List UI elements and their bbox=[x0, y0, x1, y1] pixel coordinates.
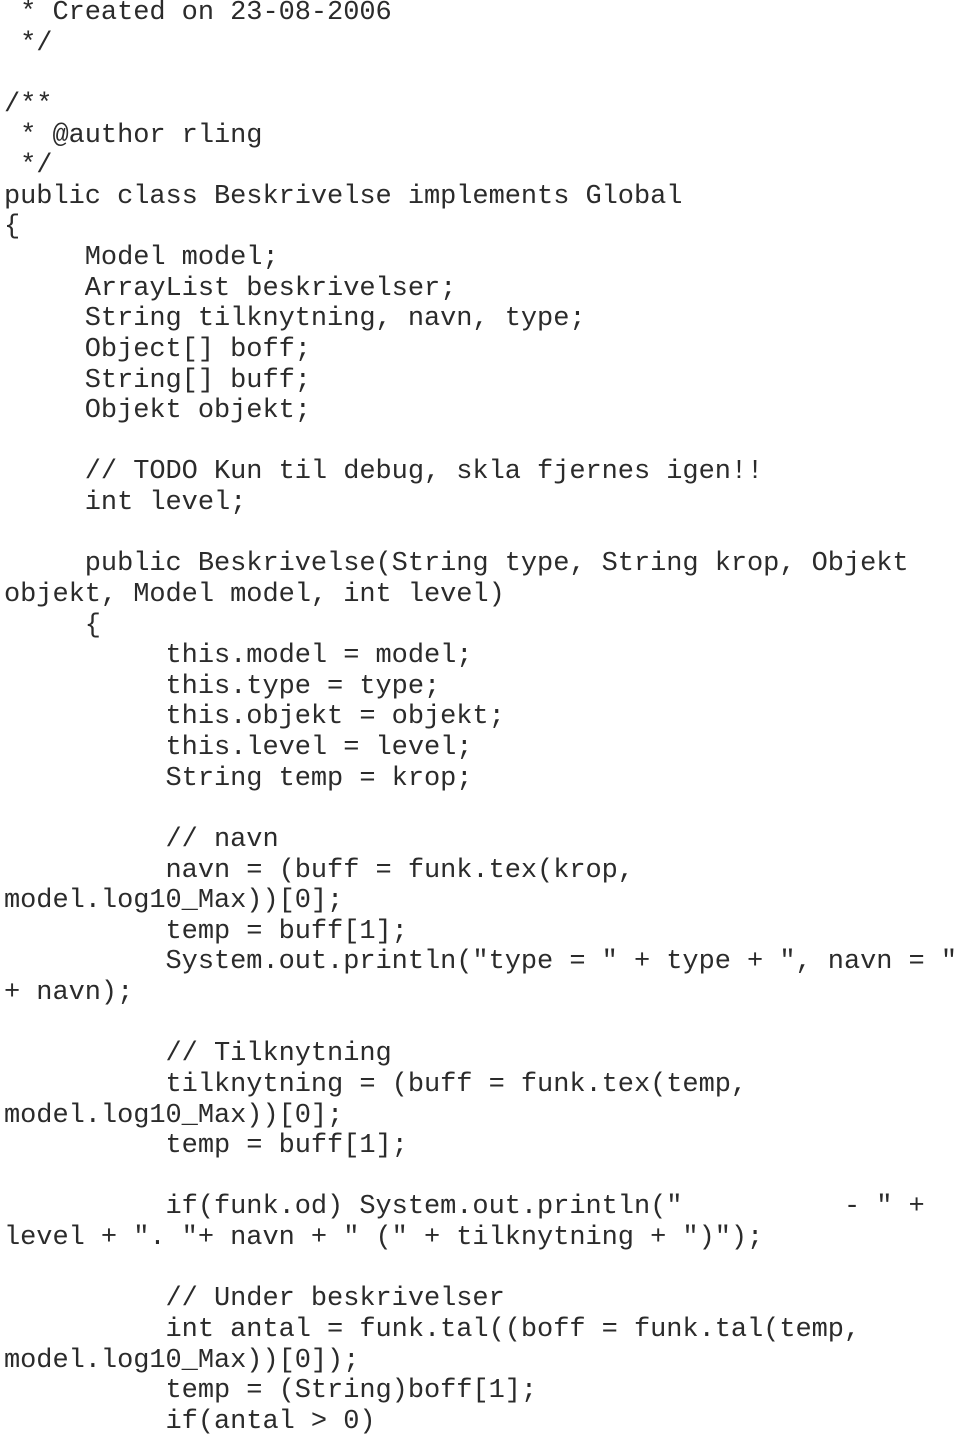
code-line: { bbox=[4, 610, 101, 641]
code-line: this.level = level; bbox=[4, 733, 473, 763]
code-line: + navn); bbox=[4, 978, 134, 1008]
code-line: String[] buff; bbox=[4, 365, 311, 396]
code-line: */ bbox=[4, 151, 53, 182]
code-line: int level; bbox=[4, 488, 247, 518]
code-line: { bbox=[4, 212, 21, 243]
code-line: String temp = krop; bbox=[4, 763, 473, 794]
code-line: // Tilknytning bbox=[4, 1039, 392, 1070]
code-line: tilknytning = (buff = funk.tex(temp, bbox=[4, 1069, 748, 1100]
code-listing: * Created on 23-08-2006 */ /** * @author… bbox=[4, 0, 957, 1437]
code-line: if(antal > 0) bbox=[4, 1406, 376, 1437]
code-line: ArrayList beskrivelser; bbox=[4, 273, 457, 304]
code-line: model.log10_Max))[0]; bbox=[4, 1100, 344, 1131]
code-line: objekt, Model model, int level) bbox=[4, 579, 505, 610]
code-line: * @author rling bbox=[4, 120, 263, 151]
code-line: System.out.println("type = " + type + ",… bbox=[4, 947, 958, 978]
code-line: // Under beskrivelser bbox=[4, 1284, 505, 1315]
code-line: temp = buff[1]; bbox=[4, 1131, 408, 1162]
code-line: * Created on 23-08-2006 bbox=[4, 0, 392, 28]
code-line: Model model; bbox=[4, 243, 279, 273]
code-line: public class Beskrivelse implements Glob… bbox=[4, 181, 683, 212]
code-line: String tilknytning, navn, type; bbox=[4, 304, 586, 335]
code-line: int antal = funk.tal((boff = funk.tal(te… bbox=[4, 1314, 861, 1345]
code-line: temp = (String)boff[1]; bbox=[4, 1376, 538, 1407]
code-line: this.objekt = objekt; bbox=[4, 702, 505, 733]
code-line: navn = (buff = funk.tex(krop, bbox=[4, 855, 635, 886]
code-line: this.model = model; bbox=[4, 641, 473, 672]
code-line: temp = buff[1]; bbox=[4, 916, 408, 947]
code-line: if(funk.od) System.out.println(" - " + bbox=[4, 1192, 925, 1223]
code-line: // navn bbox=[4, 824, 279, 855]
code-line: Objekt objekt; bbox=[4, 396, 311, 427]
code-line: /** bbox=[4, 89, 53, 120]
code-line: */ bbox=[4, 28, 53, 59]
code-line: this.type = type; bbox=[4, 671, 441, 702]
code-line: // TODO Kun til debug, skla fjernes igen… bbox=[4, 457, 764, 488]
code-line: Object[] boff; bbox=[4, 334, 311, 365]
code-line: level + ". "+ navn + " (" + tilknytning … bbox=[4, 1223, 764, 1253]
code-line: public Beskrivelse(String type, String k… bbox=[4, 549, 909, 580]
code-line: model.log10_Max))[0]; bbox=[4, 886, 344, 917]
code-line: model.log10_Max))[0]); bbox=[4, 1345, 360, 1376]
